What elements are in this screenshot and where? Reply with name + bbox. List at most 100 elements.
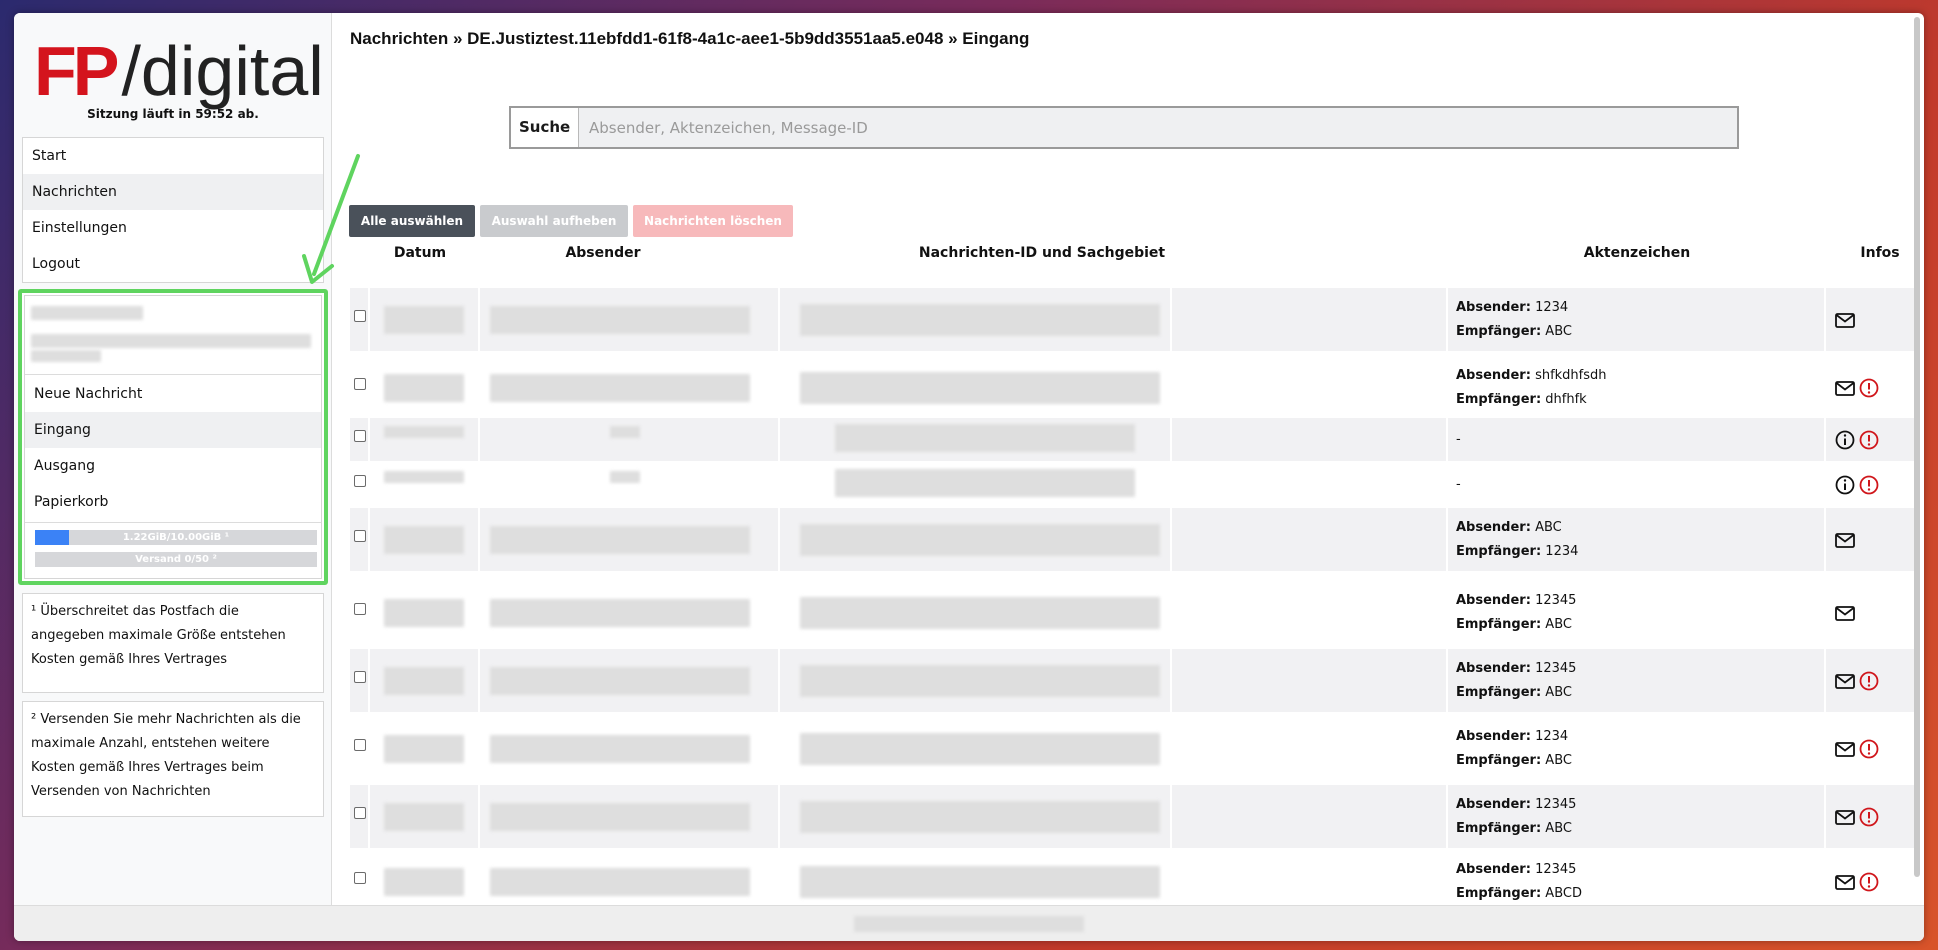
table-row[interactable]: Absender: 12345 Empfänger: ABCD [350, 853, 1916, 911]
search-label: Suche [511, 108, 579, 147]
mail-icon[interactable] [1834, 529, 1856, 551]
ref-sender: ABC [1535, 520, 1562, 535]
row-sender-redacted [490, 526, 750, 554]
row-checkbox[interactable] [354, 530, 366, 542]
session-timer: Sitzung läuft in 59:52 ab. [87, 107, 259, 121]
row-msgid-redacted [800, 665, 1160, 697]
info-icon[interactable] [1834, 474, 1856, 496]
row-sender-redacted [490, 868, 750, 896]
row-sender-redacted [490, 306, 750, 334]
row-sender-redacted [610, 426, 640, 438]
row-date-redacted [384, 471, 464, 483]
mail-icon[interactable] [1834, 871, 1856, 893]
row-checkbox[interactable] [354, 310, 366, 322]
nav-item-einstellungen[interactable]: Einstellungen [23, 210, 323, 246]
col-datum[interactable]: Datum [370, 245, 470, 261]
mail-icon[interactable] [1834, 806, 1856, 828]
row-msgid-redacted [835, 469, 1135, 497]
table-row[interactable]: - [350, 418, 1916, 461]
nav-item-start[interactable]: Start [23, 138, 323, 174]
ref-info: Absender: shfkdhfsdh Empfänger: dhfhfk [1456, 364, 1607, 412]
table-row[interactable]: Absender: 12345 Empfänger: ABC [350, 581, 1916, 644]
ref-sender: 12345 [1535, 593, 1577, 608]
col-nachrichten-id[interactable]: Nachrichten-ID und Sachgebiet [892, 245, 1192, 261]
scrollbar[interactable] [1914, 17, 1920, 877]
row-checkbox[interactable] [354, 475, 366, 487]
col-absender[interactable]: Absender [538, 245, 668, 261]
row-date-redacted [384, 526, 464, 554]
info-icon[interactable] [1834, 429, 1856, 451]
row-sender-redacted [490, 803, 750, 831]
ref-info: Absender: 12345 Empfänger: ABCD [1456, 858, 1582, 906]
col-aktenzeichen[interactable]: Aktenzeichen [1562, 245, 1712, 261]
table-row[interactable]: Absender: 12345 Empfänger: ABC [350, 649, 1916, 712]
logo[interactable]: FP/digital [34, 31, 324, 111]
row-checkbox[interactable] [354, 430, 366, 442]
table-row[interactable]: Absender: 1234 Empfänger: ABC [350, 717, 1916, 780]
row-checkbox[interactable] [354, 603, 366, 615]
mail-icon[interactable] [1834, 377, 1856, 399]
delete-messages-button[interactable]: Nachrichten löschen [633, 205, 793, 237]
ref-recipient-label: Empfänger: [1456, 821, 1542, 836]
row-checkbox[interactable] [354, 872, 366, 884]
mail-icon[interactable] [1834, 309, 1856, 331]
row-msgid-redacted [800, 801, 1160, 833]
postbox-outbox[interactable]: Ausgang [34, 448, 95, 484]
nav-item-nachrichten[interactable]: Nachrichten [23, 174, 323, 210]
table-row[interactable]: - [350, 463, 1916, 506]
postbox-new-message[interactable]: Neue Nachricht [34, 376, 142, 412]
alert-icon[interactable] [1858, 377, 1880, 399]
ref-recipient: dhfhfk [1545, 392, 1587, 407]
row-checkbox[interactable] [354, 378, 366, 390]
ref-sender-label: Absender: [1456, 729, 1531, 744]
alert-icon[interactable] [1858, 806, 1880, 828]
postbox-inbox[interactable]: Eingang [25, 412, 321, 448]
col-infos[interactable]: Infos [1850, 245, 1910, 261]
table-row[interactable]: Absender: shfkdhfsdh Empfänger: dhfhfk [350, 356, 1916, 419]
table-row[interactable]: Absender: 1234 Empfänger: ABC [350, 288, 1916, 351]
row-date-redacted [384, 868, 464, 896]
bottom-bar [14, 905, 1924, 941]
ref-recipient-label: Empfänger: [1456, 617, 1542, 632]
row-checkbox[interactable] [354, 807, 366, 819]
ref-recipient: 1234 [1545, 544, 1579, 559]
breadcrumb: Nachrichten » DE.Justiztest.11ebfdd1-61f… [350, 29, 1030, 48]
alert-icon[interactable] [1858, 429, 1880, 451]
row-msgid-redacted [800, 524, 1160, 556]
storage-quota-fill [35, 530, 70, 545]
row-checkbox[interactable] [354, 671, 366, 683]
sidebar: FP/digital Sitzung läuft in 59:52 ab. St… [14, 13, 332, 905]
logo-fp: FP [34, 32, 119, 110]
search-input[interactable] [579, 108, 1737, 147]
mail-icon[interactable] [1834, 670, 1856, 692]
ref-sender: 1234 [1535, 729, 1569, 744]
storage-quota-label: 1.22GiB/10.00GiB ¹ [122, 532, 230, 543]
ref-sender: 12345 [1535, 797, 1577, 812]
nav-item-logout[interactable]: Logout [23, 246, 323, 282]
ref-recipient-label: Empfänger: [1456, 324, 1542, 339]
postbox-trash[interactable]: Papierkorb [34, 484, 108, 520]
search-box: Suche [509, 106, 1739, 149]
deselect-button[interactable]: Auswahl aufheben [480, 205, 628, 237]
ref-sender: shfkdhfsdh [1535, 368, 1607, 383]
table-row[interactable]: Absender: ABC Empfänger: 1234 [350, 508, 1916, 571]
ref-sender-label: Absender: [1456, 661, 1531, 676]
postbox-id-redacted [31, 334, 311, 348]
ref-info: Absender: ABC Empfänger: 1234 [1456, 516, 1578, 564]
table-header: Datum Absender Nachrichten-ID und Sachge… [332, 245, 1924, 265]
table-row[interactable]: Absender: 12345 Empfänger: ABC [350, 785, 1916, 848]
row-checkbox[interactable] [354, 739, 366, 751]
send-quota-label: Versand 0/50 ² [135, 554, 217, 565]
alert-icon[interactable] [1858, 670, 1880, 692]
alert-icon[interactable] [1858, 474, 1880, 496]
row-date-redacted [384, 426, 464, 438]
row-sender-redacted [490, 374, 750, 402]
ref-recipient: ABCD [1545, 886, 1582, 901]
mail-icon[interactable] [1834, 602, 1856, 624]
postbox-panel: Neue Nachricht Eingang Ausgang Papierkor… [18, 289, 328, 585]
ref-sender: 12345 [1535, 661, 1577, 676]
alert-icon[interactable] [1858, 738, 1880, 760]
row-date-redacted [384, 667, 464, 695]
mail-icon[interactable] [1834, 738, 1856, 760]
alert-icon[interactable] [1858, 871, 1880, 893]
